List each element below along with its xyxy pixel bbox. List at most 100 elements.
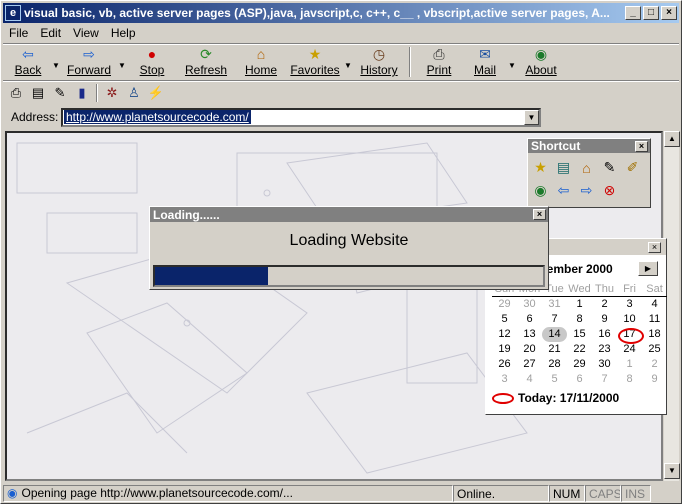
stop-icon[interactable]: ⊗ — [598, 179, 621, 202]
calendar-day-cell[interactable]: 2 — [592, 297, 617, 312]
calendar-day-cell[interactable]: 29 — [567, 357, 592, 372]
calendar-day-cell[interactable]: 20 — [517, 342, 542, 357]
calendar-day-cell[interactable]: 13 — [517, 327, 542, 342]
back-button[interactable]: ⇦ Back — [5, 45, 51, 79]
print-button[interactable]: ⎙ Print — [415, 45, 463, 79]
calendar-day-cell[interactable]: 11 — [642, 312, 667, 327]
calendar-day-cell[interactable]: 4 — [642, 297, 667, 312]
calendar-day-cell[interactable]: 23 — [592, 342, 617, 357]
calendar-grid: SunMonTueWedThuFriSat2930311234567891011… — [492, 283, 667, 387]
bug-icon[interactable]: ✲ — [101, 83, 123, 103]
menu-view[interactable]: View — [67, 24, 105, 42]
calendar-day-cell[interactable]: 9 — [592, 312, 617, 327]
loading-title-bar[interactable]: Loading...... × — [150, 207, 548, 222]
calendar-day-cell[interactable]: 28 — [542, 357, 567, 372]
home-button[interactable]: ⌂ Home — [235, 45, 287, 79]
calendar-day-cell[interactable]: 30 — [592, 357, 617, 372]
calendar-day-cell[interactable]: 19 — [492, 342, 517, 357]
calendar-day-cell[interactable]: 22 — [567, 342, 592, 357]
search-globe-icon[interactable]: ◉ — [529, 179, 552, 202]
list-icon[interactable]: ▤ — [552, 156, 575, 179]
scroll-up-button[interactable]: ▲ — [664, 131, 680, 147]
back-arrow-icon[interactable]: ⇦ — [552, 179, 575, 202]
ie-page-icon: ◉ — [7, 486, 18, 500]
calendar-day-cell[interactable]: 17 — [617, 327, 644, 344]
loading-dialog: Loading...... × Loading Website — [149, 206, 549, 290]
loading-title: Loading...... — [153, 207, 220, 222]
calendar-today-row[interactable]: Today: 17/11/2000 — [492, 391, 666, 405]
today-label: Today: 17/11/2000 — [518, 391, 620, 405]
address-value[interactable]: http://www.planetsourcecode.com/ — [64, 110, 251, 124]
edit-page-icon[interactable]: ✎ — [49, 83, 71, 103]
mail-dropdown[interactable]: ▼ — [507, 45, 517, 79]
forward-dropdown[interactable]: ▼ — [117, 45, 127, 79]
new-folder-icon[interactable]: ★ — [529, 156, 552, 179]
address-input[interactable]: http://www.planetsourcecode.com/ ▼ — [61, 107, 541, 127]
calendar-day-cell[interactable]: 12 — [492, 327, 517, 342]
minimize-button[interactable]: _ — [625, 6, 641, 20]
menu-file[interactable]: File — [3, 24, 34, 42]
page-setup-icon[interactable]: ▤ — [27, 83, 49, 103]
calendar-day-cell[interactable]: 7 — [542, 312, 567, 327]
menu-help[interactable]: Help — [105, 24, 142, 42]
favorites-button[interactable]: ★ Favorites — [287, 45, 343, 79]
menu-edit[interactable]: Edit — [34, 24, 67, 42]
maximize-button[interactable]: □ — [643, 6, 659, 20]
calendar-day-cell[interactable]: 26 — [492, 357, 517, 372]
calendar-day-cell[interactable]: 21 — [542, 342, 567, 357]
calendar-day-cell[interactable]: 8 — [567, 312, 592, 327]
calendar-day-cell[interactable]: 7 — [592, 372, 617, 387]
calendar-day-cell[interactable]: 9 — [642, 372, 667, 387]
shortcut-title-bar[interactable]: Shortcut × — [528, 139, 650, 153]
calendar-day-cell[interactable]: 27 — [517, 357, 542, 372]
shortcut-close-button[interactable]: × — [635, 140, 648, 152]
print-small-icon[interactable]: ⎙ — [5, 83, 27, 103]
calendar-day-cell[interactable]: 15 — [567, 327, 592, 342]
favorites-dropdown[interactable]: ▼ — [343, 45, 353, 79]
calendar-day-cell[interactable]: 10 — [617, 312, 642, 327]
back-dropdown[interactable]: ▼ — [51, 45, 61, 79]
calendar-day-cell[interactable]: 24 — [617, 342, 642, 357]
magic-wand-icon[interactable]: ⚡ — [145, 83, 167, 103]
scroll-down-button[interactable]: ▼ — [664, 463, 680, 479]
home-icon[interactable]: ⌂ — [575, 156, 598, 179]
calendar-day-cell[interactable]: 3 — [492, 372, 517, 387]
edit-icon[interactable]: ✎ — [598, 156, 621, 179]
calendar-day-cell[interactable]: 4 — [517, 372, 542, 387]
refresh-button[interactable]: ⟳ Refresh — [177, 45, 235, 79]
calendar-close-button[interactable]: × — [648, 241, 661, 253]
user-icon[interactable]: ♙ — [123, 83, 145, 103]
calendar-day-cell[interactable]: 14 — [542, 327, 567, 342]
forward-button[interactable]: ⇨ Forward — [61, 45, 117, 79]
calendar-day-cell[interactable]: 1 — [617, 357, 642, 372]
toolbar2-separator — [96, 84, 98, 102]
book-icon[interactable]: ▮ — [71, 83, 93, 103]
loading-close-button[interactable]: × — [533, 209, 546, 220]
stop-button[interactable]: ● Stop — [127, 45, 177, 79]
calendar-day-cell[interactable]: 29 — [492, 297, 517, 312]
calendar-day-cell[interactable]: 16 — [592, 327, 617, 342]
calendar-day-cell[interactable]: 5 — [542, 372, 567, 387]
calendar-day-cell[interactable]: 18 — [642, 327, 667, 342]
calendar-day-cell[interactable]: 1 — [567, 297, 592, 312]
paint-icon[interactable]: ✐ — [621, 156, 644, 179]
calendar-day-cell[interactable]: 5 — [492, 312, 517, 327]
calendar-day-cell[interactable]: 6 — [517, 312, 542, 327]
calendar-day-cell[interactable]: 3 — [617, 297, 642, 312]
close-button[interactable]: × — [661, 6, 677, 20]
address-dropdown-button[interactable]: ▼ — [524, 109, 539, 125]
calendar-day-cell[interactable]: 25 — [642, 342, 667, 357]
next-month-button[interactable]: ▶ — [638, 261, 658, 276]
calendar-day-of-week: Wed — [567, 283, 592, 297]
about-button[interactable]: ◉ About — [517, 45, 565, 79]
calendar-day-cell[interactable]: 6 — [567, 372, 592, 387]
address-bar: Address: http://www.planetsourcecode.com… — [5, 106, 677, 128]
forward-arrow-icon[interactable]: ⇨ — [575, 179, 598, 202]
calendar-day-cell[interactable]: 2 — [642, 357, 667, 372]
history-button[interactable]: ◷ History — [353, 45, 405, 79]
title-bar[interactable]: e visual basic, vb, active server pages … — [3, 3, 679, 23]
mail-button[interactable]: ✉ Mail — [463, 45, 507, 79]
calendar-day-cell[interactable]: 30 — [517, 297, 542, 312]
calendar-day-cell[interactable]: 8 — [617, 372, 642, 387]
calendar-day-cell[interactable]: 31 — [542, 297, 567, 312]
